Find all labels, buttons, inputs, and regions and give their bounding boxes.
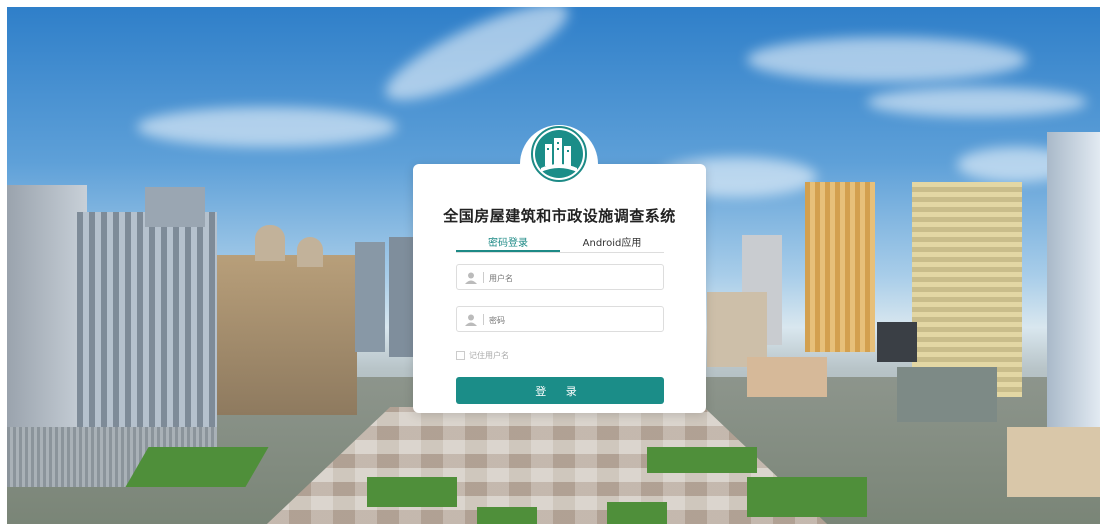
password-input[interactable]	[487, 309, 661, 331]
username-field	[456, 264, 664, 290]
tab-android-app[interactable]: Android应用	[560, 234, 664, 249]
login-tabs: 密码登录 Android应用	[456, 234, 664, 253]
city-buildings-logo-icon	[531, 126, 587, 182]
user-icon	[464, 270, 478, 284]
login-button[interactable]: 登 录	[456, 377, 664, 404]
remember-label: 记住用户名	[469, 351, 509, 360]
remember-checkbox[interactable]	[456, 351, 465, 360]
tab-password-login[interactable]: 密码登录	[456, 234, 560, 252]
username-input[interactable]	[487, 267, 661, 289]
field-divider	[483, 314, 484, 325]
field-divider	[483, 272, 484, 283]
password-field	[456, 306, 664, 332]
system-title: 全国房屋建筑和市政设施调查系统	[443, 207, 676, 225]
remember-username[interactable]: 记住用户名	[456, 350, 509, 361]
user-icon	[464, 312, 478, 326]
